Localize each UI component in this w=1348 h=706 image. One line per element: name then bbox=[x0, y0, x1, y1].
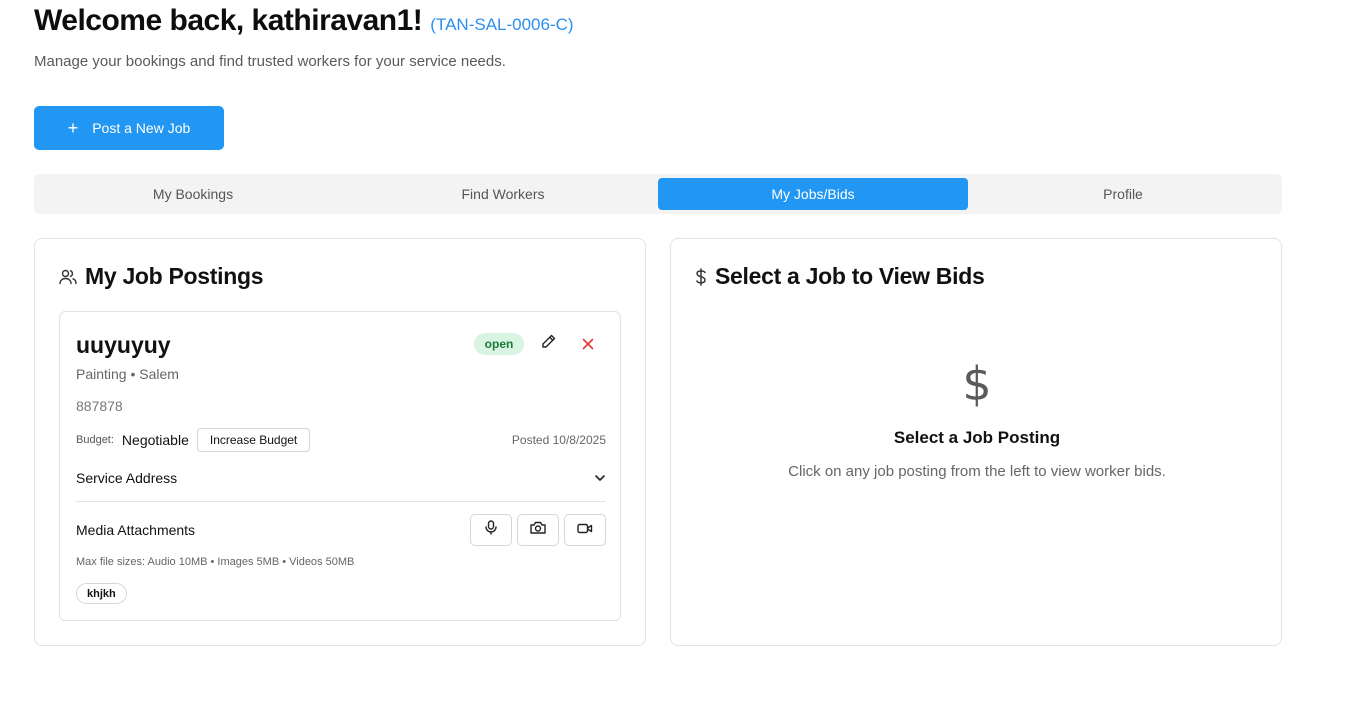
service-address-toggle[interactable]: Service Address bbox=[76, 466, 606, 490]
job-posting-item[interactable]: uuyuyuy Painting • Salem 887878 open Bud… bbox=[59, 311, 621, 621]
media-buttons bbox=[470, 514, 606, 546]
media-attachments-label: Media Attachments bbox=[76, 522, 196, 538]
job-description: 887878 bbox=[76, 398, 123, 414]
video-icon bbox=[577, 521, 593, 539]
job-postings-card: My Job Postings uuyuyuy Painting • Salem… bbox=[34, 238, 646, 646]
media-attachments-row: Media Attachments bbox=[76, 514, 606, 546]
tab-my-jobs-bids[interactable]: My Jobs/Bids bbox=[658, 178, 968, 210]
page-subtitle: Manage your bookings and find trusted wo… bbox=[34, 53, 506, 70]
max-file-sizes: Max file sizes: Audio 10MB • Images 5MB … bbox=[76, 556, 355, 568]
dollar-large-icon: $ bbox=[962, 357, 992, 411]
post-new-job-button[interactable]: + Post a New Job bbox=[34, 106, 224, 150]
user-code: (TAN-SAL-0006-C) bbox=[430, 15, 574, 34]
plus-icon: + bbox=[67, 118, 79, 138]
delete-job-button[interactable] bbox=[576, 332, 600, 356]
job-bids-heading: Select a Job to View Bids bbox=[695, 263, 985, 290]
close-icon bbox=[582, 334, 594, 355]
job-category-location: Painting • Salem bbox=[76, 366, 179, 382]
add-video-button[interactable] bbox=[564, 514, 606, 546]
empty-state-subtitle: Click on any job posting from the left t… bbox=[788, 463, 1166, 480]
attachment-tag: khjkh bbox=[76, 583, 127, 604]
post-new-job-label: Post a New Job bbox=[92, 120, 191, 136]
welcome-title: Welcome back, kathiravan1! bbox=[34, 4, 423, 37]
chevron-down-icon bbox=[594, 469, 606, 487]
tab-find-workers[interactable]: Find Workers bbox=[348, 178, 658, 210]
increase-budget-button[interactable]: Increase Budget bbox=[196, 428, 311, 452]
budget-value: Negotiable bbox=[121, 432, 189, 448]
tab-profile[interactable]: Profile bbox=[968, 178, 1278, 210]
job-bids-card: Select a Job to View Bids $ Select a Job… bbox=[670, 238, 1282, 646]
record-audio-button[interactable] bbox=[470, 514, 512, 546]
posted-date: Posted 10/8/2025 bbox=[511, 433, 606, 447]
budget-label: Budget: bbox=[76, 434, 114, 446]
job-postings-title: My Job Postings bbox=[85, 263, 264, 289]
tab-my-bookings[interactable]: My Bookings bbox=[38, 178, 348, 210]
tab-bar: My Bookings Find Workers My Jobs/Bids Pr… bbox=[34, 174, 1282, 214]
camera-icon bbox=[530, 521, 546, 539]
service-address-label: Service Address bbox=[76, 470, 178, 486]
welcome-header: Welcome back, kathiravan1! (TAN-SAL-0006… bbox=[34, 4, 574, 38]
add-photo-button[interactable] bbox=[517, 514, 559, 546]
edit-job-button[interactable] bbox=[536, 333, 560, 355]
status-badge: open bbox=[474, 333, 524, 355]
divider bbox=[76, 501, 606, 502]
pencil-icon bbox=[541, 334, 556, 354]
dollar-icon bbox=[695, 267, 707, 286]
users-icon bbox=[59, 269, 77, 285]
job-postings-heading: My Job Postings bbox=[59, 263, 264, 290]
microphone-icon bbox=[485, 520, 497, 540]
budget-row: Budget: Negotiable Increase Budget Poste… bbox=[76, 428, 606, 452]
job-title: uuyuyuy bbox=[76, 332, 171, 358]
empty-state-title: Select a Job Posting bbox=[893, 428, 1061, 447]
job-bids-title: Select a Job to View Bids bbox=[715, 263, 985, 289]
